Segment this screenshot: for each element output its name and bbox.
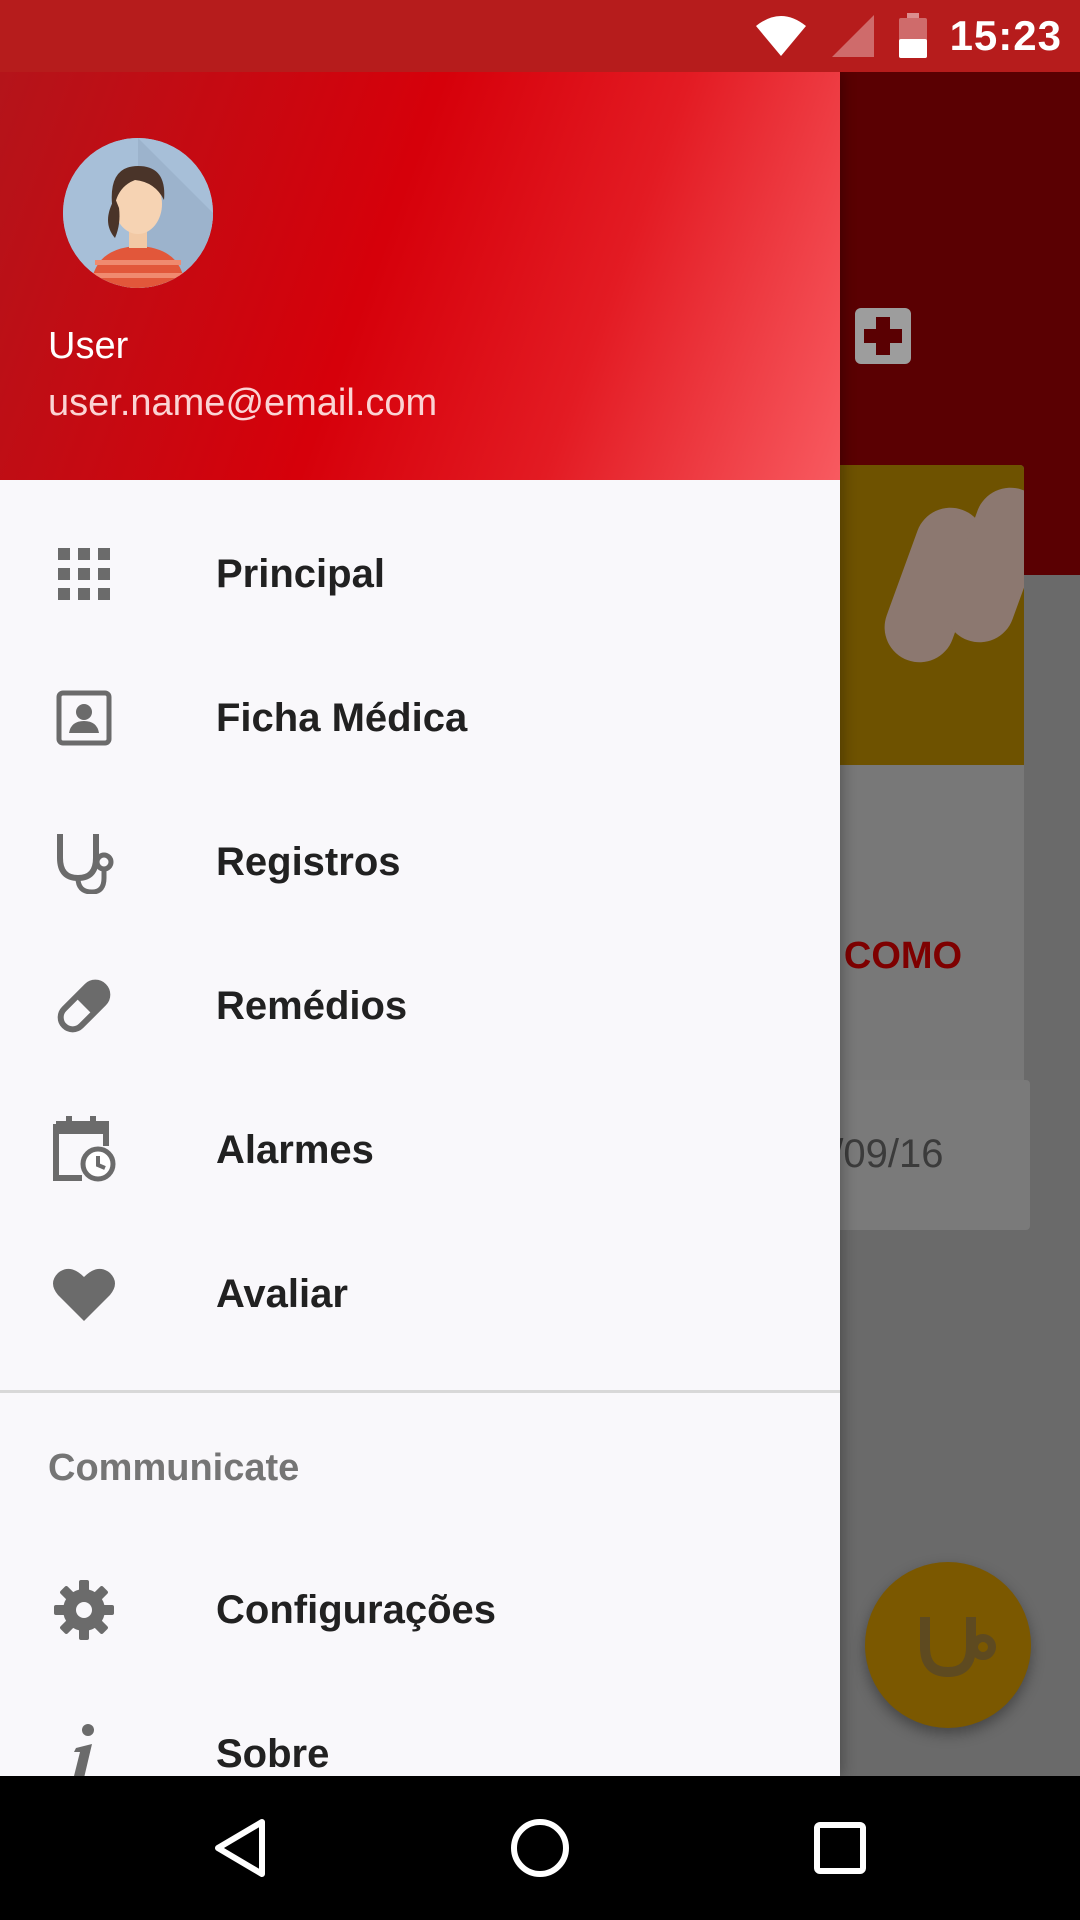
- menu-label-registros: Registros: [216, 839, 401, 884]
- menu-item-configuracoes[interactable]: Configurações: [0, 1538, 840, 1682]
- menu-item-registros[interactable]: Registros: [0, 790, 840, 934]
- contact-card-icon: [48, 682, 120, 754]
- battery-icon: [898, 13, 927, 58]
- user-email: user.name@email.com: [48, 382, 438, 424]
- medical-cross-icon: [855, 308, 911, 364]
- menu-label-ficha-medica: Ficha Médica: [216, 695, 468, 740]
- navigation-drawer: User user.name@email.com Principal Ficha…: [0, 72, 840, 1776]
- menu-label-principal: Principal: [216, 551, 385, 596]
- menu-label-avaliar: Avaliar: [216, 1271, 348, 1316]
- heart-icon: [48, 1258, 120, 1330]
- user-avatar-icon: [63, 138, 213, 288]
- status-time: 15:23: [949, 12, 1062, 59]
- stethoscope-icon: [48, 826, 120, 898]
- cell-signal-icon: [831, 15, 874, 57]
- menu-item-alarmes[interactable]: Alarmes: [0, 1078, 840, 1222]
- menu-item-ficha-medica[interactable]: Ficha Médica: [0, 646, 840, 790]
- recents-square-icon: [814, 1822, 866, 1874]
- menu-label-sobre: Sobre: [216, 1731, 330, 1776]
- menu-item-sobre[interactable]: Sobre: [0, 1682, 840, 1776]
- menu-item-avaliar[interactable]: Avaliar: [0, 1222, 840, 1366]
- menu-item-principal[interactable]: Principal: [0, 502, 840, 646]
- home-button[interactable]: [480, 1776, 600, 1920]
- avatar[interactable]: [63, 138, 213, 288]
- menu-label-configuracoes: Configurações: [216, 1587, 497, 1632]
- drawer-secondary-menu: Configurações Sobre: [0, 1538, 840, 1776]
- info-icon: [48, 1718, 120, 1776]
- drawer-menu: Principal Ficha Médica Registros Remédio…: [0, 502, 840, 1366]
- user-name: User: [48, 325, 129, 367]
- stethoscope-icon: [920, 1617, 996, 1678]
- back-button[interactable]: [180, 1776, 300, 1920]
- apps-grid-icon: [48, 538, 120, 610]
- system-nav-bar: [0, 1776, 1080, 1920]
- back-triangle-icon: [215, 1819, 265, 1877]
- home-circle-icon: [511, 1819, 569, 1877]
- calendar-clock-icon: [48, 1114, 120, 1186]
- recents-button[interactable]: [780, 1776, 900, 1920]
- fab-button: [865, 1562, 1031, 1728]
- menu-label-remedios: Remédios: [216, 983, 408, 1028]
- gear-icon: [48, 1574, 120, 1646]
- pill-icon: [48, 970, 120, 1042]
- drawer-divider: [0, 1390, 840, 1393]
- status-bar: 15:23: [0, 0, 1080, 72]
- section-title-communicate: Communicate: [48, 1447, 300, 1489]
- menu-label-alarmes: Alarmes: [216, 1127, 374, 1172]
- drawer-header: User user.name@email.com: [0, 72, 840, 480]
- menu-item-remedios[interactable]: Remédios: [0, 934, 840, 1078]
- wifi-icon: [755, 16, 806, 56]
